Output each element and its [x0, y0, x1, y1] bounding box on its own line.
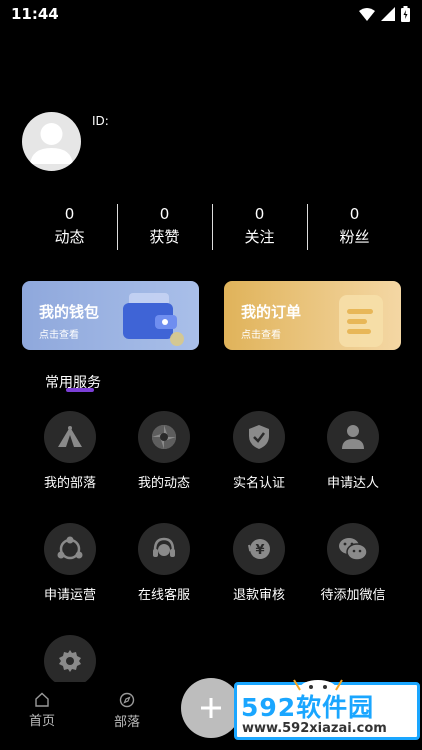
service-label: 待添加微信: [320, 588, 386, 603]
section-accent-mark: [66, 388, 94, 392]
shield-check-icon: [249, 425, 269, 449]
gamepad-mascot-icon: [293, 679, 343, 694]
status-bar: 11:44: [0, 0, 422, 30]
service-my-tribe[interactable]: 我的部落: [22, 411, 118, 491]
battery-icon: [401, 6, 410, 22]
yen-refund-icon: ¥: [248, 539, 270, 559]
service-label: 实名认证: [232, 476, 285, 491]
service-label: 申请运营: [43, 588, 96, 603]
stats-row: 0 动态 0 获赞 0 关注 0 粉丝: [22, 204, 402, 250]
tent-icon: [58, 426, 82, 447]
service-settings[interactable]: [22, 635, 118, 687]
compass-icon: [119, 692, 135, 708]
stat-label: 获赞: [149, 228, 180, 246]
stat-label: 动态: [54, 228, 85, 246]
status-time: 11:44: [11, 5, 59, 23]
orders-subtitle: 点击查看: [241, 330, 281, 341]
service-label: 我的部落: [43, 476, 96, 491]
wifi-icon: [359, 7, 375, 21]
default-avatar-icon: [30, 123, 73, 164]
service-refund-review[interactable]: ¥ 退款审核: [211, 523, 307, 603]
service-label: 退款审核: [232, 588, 285, 603]
service-apply-influencer[interactable]: 申请达人: [305, 411, 401, 491]
orders-icon: [339, 295, 383, 347]
person-icon: [342, 425, 364, 449]
svg-text:¥: ¥: [255, 543, 264, 558]
nav-home-label: 首页: [28, 714, 55, 729]
service-apply-operator[interactable]: 申请运营: [22, 523, 118, 603]
stat-label: 粉丝: [339, 228, 370, 246]
network-icon: [57, 536, 83, 560]
wallet-title: 我的钱包: [39, 303, 100, 321]
site-watermark: 592软件园 www.592xiazai.com: [232, 676, 422, 746]
orders-title: 我的订单: [241, 303, 302, 321]
avatar[interactable]: [22, 112, 81, 171]
home-icon: [35, 692, 49, 707]
nav-tribe-label: 部落: [113, 715, 140, 730]
service-label: 申请达人: [326, 476, 379, 491]
stat-posts[interactable]: 0 动态: [22, 204, 117, 250]
stat-value: 0: [159, 205, 170, 223]
plus-icon: [201, 698, 221, 718]
headset-icon: [153, 537, 175, 557]
stat-value: 0: [64, 205, 75, 223]
user-id-label: ID:: [92, 114, 109, 128]
wallet-card[interactable]: 我的钱包 点击查看: [22, 281, 199, 350]
service-real-name[interactable]: 实名认证: [211, 411, 307, 491]
service-label: 在线客服: [137, 588, 190, 603]
stat-label: 关注: [244, 228, 275, 246]
stat-followers[interactable]: 0 粉丝: [307, 204, 402, 250]
service-label: 我的动态: [137, 476, 190, 491]
service-online-support[interactable]: 在线客服: [116, 523, 212, 603]
settings-icon: [59, 650, 81, 672]
service-add-wechat[interactable]: 待添加微信: [305, 523, 401, 603]
stat-likes[interactable]: 0 获赞: [117, 204, 212, 250]
nav-tribe[interactable]: 部落: [102, 692, 152, 730]
stat-value: 0: [254, 205, 265, 223]
watermark-url: www.592xiazai.com: [242, 721, 387, 736]
service-my-posts[interactable]: 我的动态: [116, 411, 212, 491]
status-icons: [359, 6, 410, 22]
orders-card[interactable]: 我的订单 点击查看: [224, 281, 401, 350]
stat-value: 0: [349, 205, 360, 223]
nav-home[interactable]: 首页: [17, 692, 67, 729]
wechat-icon: [339, 538, 368, 561]
signal-icon: [381, 7, 395, 21]
stat-following[interactable]: 0 关注: [212, 204, 307, 250]
wallet-icon: [123, 293, 184, 346]
aperture-icon: [152, 425, 176, 449]
wallet-subtitle: 点击查看: [39, 330, 79, 341]
